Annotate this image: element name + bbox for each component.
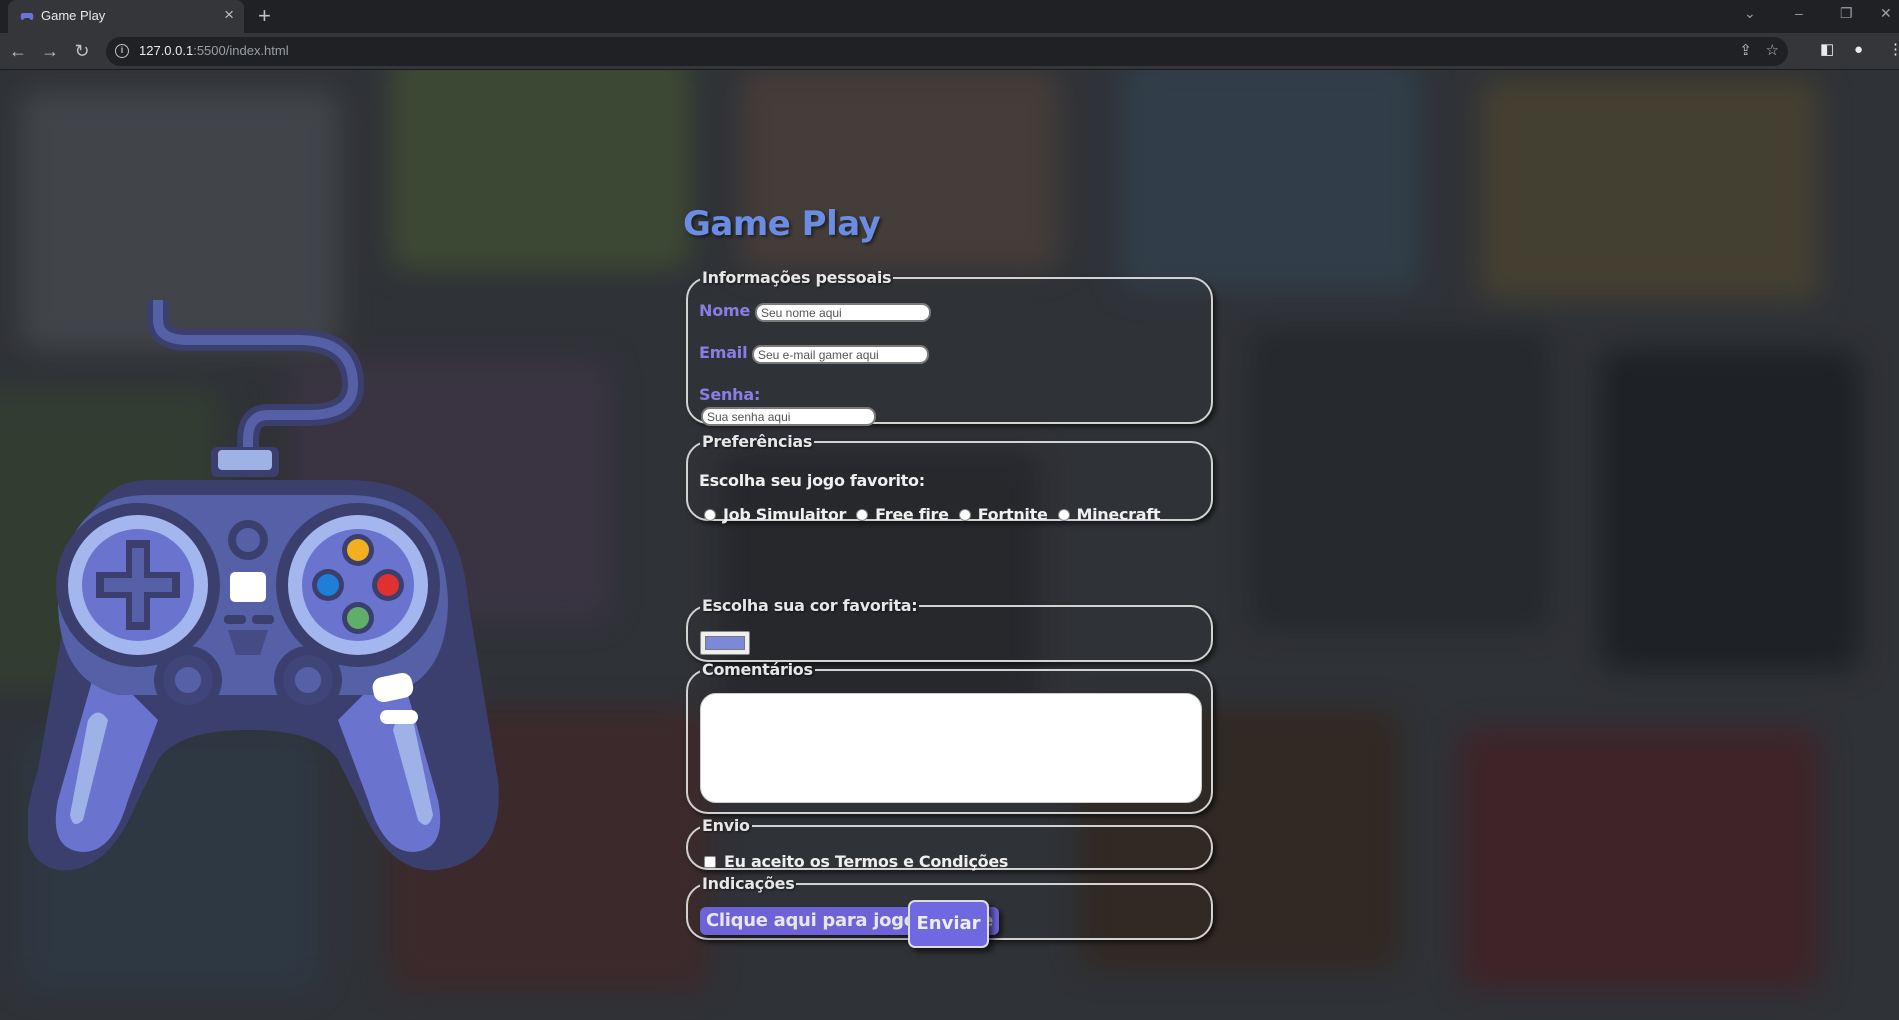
reload-icon[interactable]: ↻: [70, 39, 94, 63]
menu-icon[interactable]: ⋮: [1888, 40, 1899, 60]
radio-job-simulaitor[interactable]: Job Simulaitor: [704, 505, 846, 524]
radio-button[interactable]: [704, 508, 716, 521]
comments-fieldset: Comentários: [686, 660, 1213, 814]
tab-title: Game Play: [41, 8, 106, 23]
personal-info-fieldset: Informações pessoais Nome Email Senha:: [686, 268, 1213, 426]
site-info-icon[interactable]: i: [115, 44, 129, 58]
indications-legend: Indicações: [702, 874, 795, 893]
side-panel-icon[interactable]: ◧: [1820, 40, 1834, 60]
browser-toolbar: ← → ↻ i 127.0.0.1:5500/index.html ⇪ ☆ ◧ …: [0, 33, 1899, 70]
password-input[interactable]: [701, 407, 876, 426]
page-title: Game Play: [683, 204, 881, 244]
comments-textarea[interactable]: [700, 693, 1202, 803]
close-tab-icon[interactable]: ×: [224, 5, 234, 25]
terms-checkbox-row[interactable]: Eu aceito os Termos e Condições: [704, 852, 1008, 871]
favorite-game-label: Escolha seu jogo favorito:: [699, 471, 925, 490]
share-icon[interactable]: ⇪: [1739, 42, 1752, 60]
url-text: 127.0.0.1:5500/index.html: [139, 43, 289, 58]
radio-minecraft[interactable]: Minecraft: [1057, 505, 1161, 524]
tab-search-icon[interactable]: ⌄: [1744, 3, 1756, 23]
favorite-color-fieldset: Escolha sua cor favorita:: [686, 596, 1213, 662]
minimize-icon[interactable]: –: [1795, 3, 1803, 23]
new-tab-icon[interactable]: +: [258, 3, 271, 29]
bookmark-star-icon[interactable]: ☆: [1766, 42, 1779, 60]
email-input[interactable]: [752, 345, 929, 364]
radio-label: Minecraft: [1076, 505, 1161, 524]
favorite-game-options: Job Simulaitor Free fire Fortnite Minecr…: [704, 505, 1170, 524]
radio-fortnite[interactable]: Fortnite: [958, 505, 1048, 524]
preferences-fieldset: Preferências Escolha seu jogo favorito: …: [686, 432, 1213, 524]
radio-label: Free fire: [875, 505, 949, 524]
gamepad-illustration-icon: [28, 300, 499, 871]
name-label: Nome: [699, 301, 751, 320]
favorite-color-legend: Escolha sua cor favorita:: [702, 596, 918, 615]
radio-free-fire[interactable]: Free fire: [856, 505, 949, 524]
restore-icon[interactable]: ❐: [1840, 3, 1853, 23]
color-preview: [705, 636, 745, 650]
terms-label: Eu aceito os Termos e Condições: [724, 852, 1009, 871]
color-picker[interactable]: [700, 631, 750, 655]
submit-button[interactable]: Enviar: [908, 900, 989, 948]
terms-checkbox[interactable]: [704, 855, 716, 868]
browser-tab-bar: Game Play × + ⌄ – ❐ ✕: [0, 0, 1899, 33]
radio-button[interactable]: [958, 508, 971, 521]
preferences-legend: Preferências: [702, 432, 813, 451]
address-bar[interactable]: i 127.0.0.1:5500/index.html ⇪ ☆: [106, 37, 1788, 66]
radio-label: Job Simulaitor: [723, 505, 847, 524]
radio-label: Fortnite: [977, 505, 1048, 524]
profile-icon[interactable]: ●: [1854, 40, 1863, 60]
comments-legend: Comentários: [702, 660, 813, 679]
email-label: Email: [699, 343, 748, 362]
send-legend: Envio: [702, 816, 750, 835]
browser-tab[interactable]: Game Play ×: [8, 0, 244, 33]
back-icon[interactable]: ←: [6, 39, 30, 63]
radio-button[interactable]: [856, 508, 869, 521]
name-input[interactable]: [755, 303, 931, 322]
forward-icon[interactable]: →: [38, 39, 62, 63]
gamepad-favicon-icon: [20, 13, 34, 20]
close-window-icon[interactable]: ✕: [1880, 3, 1892, 23]
radio-button[interactable]: [1057, 508, 1070, 521]
password-label: Senha:: [699, 385, 761, 404]
send-fieldset: Envio Eu aceito os Termos e Condições: [686, 816, 1213, 871]
page-viewport: Game Play Informações pessoais Nome Emai…: [0, 70, 1899, 1020]
personal-info-legend: Informações pessoais: [702, 268, 892, 287]
